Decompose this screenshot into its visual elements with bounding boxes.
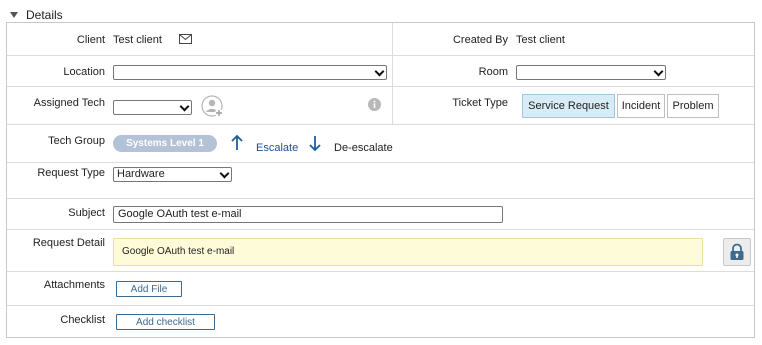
- location-label: Location: [63, 66, 105, 78]
- tech-group-badge[interactable]: Systems Level 1: [113, 135, 217, 152]
- request-type-select-value: Hardware: [117, 168, 165, 180]
- room-select[interactable]: [516, 65, 666, 80]
- created-by-value: Test client: [516, 34, 565, 46]
- chevron-down-icon: [374, 66, 385, 77]
- row-request-detail: Request Detail Google OAuth test e-mail: [7, 230, 754, 272]
- row-assigned-tech: Assigned Tech Ticket Type Service Reques…: [7, 87, 754, 125]
- row-tech-group: Tech Group Systems Level 1 Escalate De-e…: [7, 125, 754, 163]
- add-file-button[interactable]: Add File: [116, 281, 182, 297]
- row-checklist: Checklist Add checklist: [7, 306, 754, 339]
- row-client: Client Test client Created By Test clien…: [7, 23, 754, 56]
- add-tech-user-icon[interactable]: [201, 95, 225, 122]
- details-form: Client Test client Created By Test clien…: [6, 22, 755, 338]
- request-type-label: Request Type: [37, 167, 105, 179]
- row-attachments: Attachments Add File: [7, 272, 754, 306]
- section-title: Details: [26, 8, 63, 22]
- chevron-down-icon: [179, 101, 190, 112]
- ticket-type-label: Ticket Type: [452, 97, 508, 109]
- info-icon[interactable]: [368, 98, 381, 114]
- client-value[interactable]: Test client: [113, 34, 162, 46]
- created-by-label: Created By: [452, 34, 508, 46]
- assigned-tech-label: Assigned Tech: [33, 97, 105, 109]
- details-section-header[interactable]: Details: [10, 7, 63, 23]
- ticket-type-incident[interactable]: Incident: [617, 94, 665, 118]
- row-location: Location Room: [7, 56, 754, 87]
- attachments-label: Attachments: [43, 279, 105, 291]
- add-checklist-button[interactable]: Add checklist: [116, 314, 215, 330]
- deescalate-link[interactable]: De-escalate: [334, 142, 393, 154]
- request-detail-label: Request Detail: [32, 237, 105, 249]
- ticket-type-service-request[interactable]: Service Request: [522, 94, 615, 118]
- arrow-up-icon[interactable]: [231, 134, 243, 154]
- arrow-down-icon[interactable]: [309, 135, 321, 154]
- location-select[interactable]: [113, 65, 387, 80]
- row-request-type: Request Type Hardware: [7, 163, 754, 199]
- ticket-type-problem[interactable]: Problem: [667, 94, 719, 118]
- lock-button[interactable]: [723, 238, 751, 266]
- chevron-down-icon: [219, 168, 230, 179]
- chevron-down-icon: [653, 66, 664, 77]
- assigned-tech-select[interactable]: [113, 100, 192, 115]
- request-detail-editor[interactable]: Google OAuth test e-mail: [113, 238, 703, 266]
- room-label: Room: [478, 66, 508, 78]
- client-label: Client: [76, 34, 105, 46]
- row-subject: Subject Google OAuth test e-mail: [7, 199, 754, 230]
- collapse-triangle-icon[interactable]: [10, 12, 18, 18]
- checklist-label: Checklist: [60, 314, 105, 326]
- escalate-link[interactable]: Escalate: [256, 142, 298, 154]
- tech-group-label: Tech Group: [48, 135, 105, 147]
- email-icon[interactable]: [179, 34, 192, 47]
- lock-icon: [730, 243, 744, 260]
- request-type-select[interactable]: Hardware: [113, 167, 232, 182]
- subject-label: Subject: [68, 207, 105, 219]
- subject-input[interactable]: Google OAuth test e-mail: [113, 206, 503, 223]
